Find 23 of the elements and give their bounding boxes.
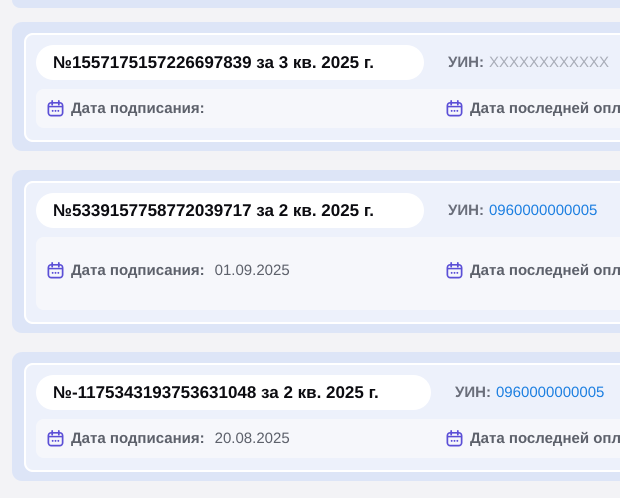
document-title: №1557175157226697839 за 3 кв. 2025 г.	[36, 45, 424, 80]
uin-label: УИН:	[448, 54, 484, 71]
uin-label: УИН:	[455, 384, 491, 401]
field-label: Дата последней опл	[470, 430, 620, 447]
field-label: Дата последней опл	[470, 262, 620, 279]
field-label: Дата подписания:	[71, 430, 205, 447]
uin-link[interactable]: 0960000000005	[496, 384, 604, 401]
field-label: Дата последней опл	[470, 100, 620, 117]
field-label: Дата подписания:	[71, 100, 205, 117]
field-value: 20.08.2025	[214, 430, 290, 447]
uin-link[interactable]: 0960000000005	[488, 202, 598, 219]
calendar-icon	[445, 261, 464, 280]
field-value: 01.09.2025	[214, 262, 290, 279]
calendar-icon	[46, 429, 65, 448]
calendar-icon	[445, 99, 464, 118]
field-label: Дата подписания:	[71, 262, 205, 279]
document-title: №5339157758772039717 за 2 кв. 2025 г.	[36, 193, 424, 228]
calendar-icon	[46, 99, 65, 118]
uin-masked-value: XXXXXXXXXXXX	[488, 54, 610, 71]
calendar-icon	[46, 261, 65, 280]
uin-label: УИН:	[448, 202, 484, 219]
document-title: №-1175343193753631048 за 2 кв. 2025 г.	[36, 375, 431, 410]
calendar-icon	[445, 429, 464, 448]
